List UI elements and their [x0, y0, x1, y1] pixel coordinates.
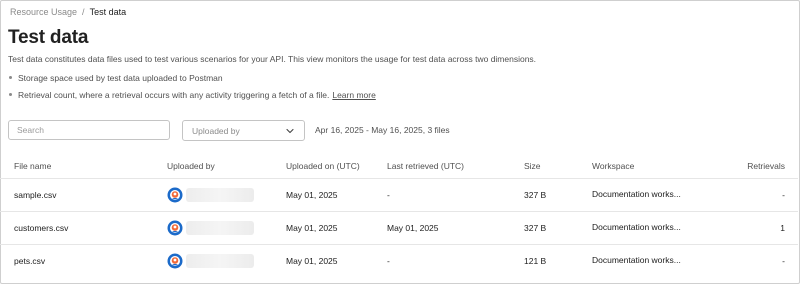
uploader [167, 187, 254, 203]
workspace-link[interactable]: Documentation works... [592, 255, 681, 265]
retrievals-count: 1 [780, 223, 785, 233]
bullet-retrieval: Retrieval count, where a retrieval occur… [8, 86, 376, 103]
user-avatar-icon [167, 220, 183, 236]
uploaded-on: May 01, 2025 [286, 223, 338, 233]
breadcrumb-resource-usage-link[interactable]: Resource Usage [10, 7, 77, 17]
table-row[interactable]: pets.csv May 01, 2025 - 121 B Documentat… [0, 245, 798, 277]
file-size: 121 B [524, 256, 547, 266]
breadcrumb: Resource Usage / Test data [10, 7, 126, 17]
description-bullets: Storage space used by test data uploaded… [8, 69, 376, 103]
column-header-file-name: File name [14, 160, 52, 171]
user-avatar-icon [167, 187, 183, 203]
workspace-link[interactable]: Documentation works... [592, 189, 681, 199]
search-input[interactable] [8, 120, 170, 140]
bullet-dot [9, 93, 12, 96]
retrievals-count: - [782, 190, 785, 200]
file-name: pets.csv [14, 256, 46, 266]
breadcrumb-separator: / [82, 7, 85, 17]
uploaded-by-dropdown[interactable]: Uploaded by [182, 120, 305, 141]
uploaded-on: May 01, 2025 [286, 256, 338, 266]
last-retrieved: - [387, 256, 390, 266]
bullet-dot [9, 76, 12, 79]
table-row[interactable]: customers.csv May 01, 2025 May 01, 2025 … [0, 212, 798, 245]
retrievals-count: - [782, 256, 785, 266]
user-avatar-icon [167, 253, 183, 269]
test-data-table: File name Uploaded by Uploaded on (UTC) … [0, 153, 798, 277]
file-name: sample.csv [14, 190, 57, 200]
table-row[interactable]: sample.csv May 01, 2025 - 327 B Document… [0, 179, 798, 212]
table-header: File name Uploaded by Uploaded on (UTC) … [0, 153, 798, 179]
uploaded-on: May 01, 2025 [286, 190, 338, 200]
bullet-storage-text: Storage space used by test data uploaded… [18, 72, 223, 83]
last-retrieved: - [387, 190, 390, 200]
chevron-down-icon [286, 128, 294, 133]
uploader-name-redacted [186, 188, 254, 202]
file-name: customers.csv [14, 223, 69, 233]
bullet-retrieval-text: Retrieval count, where a retrieval occur… [18, 89, 330, 100]
learn-more-link[interactable]: Learn more [332, 90, 375, 100]
breadcrumb-current: Test data [89, 7, 127, 17]
page-description: Test data constitutes data files used to… [8, 54, 537, 64]
column-header-retrievals: Retrievals [747, 160, 785, 171]
uploaded-by-placeholder: Uploaded by [192, 125, 240, 136]
column-header-uploaded-on: Uploaded on (UTC) [286, 160, 360, 171]
column-header-last-retrieved: Last retrieved (UTC) [387, 160, 464, 171]
uploader-name-redacted [186, 254, 254, 268]
uploader [167, 253, 254, 269]
column-header-size: Size [524, 160, 541, 171]
column-header-uploaded-by: Uploaded by [167, 160, 215, 171]
file-size: 327 B [524, 190, 547, 200]
column-header-workspace: Workspace [592, 160, 635, 171]
page-title: Test data [8, 27, 89, 48]
uploader [167, 220, 254, 236]
uploader-name-redacted [186, 221, 254, 235]
workspace-link[interactable]: Documentation works... [592, 222, 681, 232]
bullet-storage: Storage space used by test data uploaded… [8, 69, 376, 86]
date-range-summary: Apr 16, 2025 - May 16, 2025, 3 files [315, 125, 450, 135]
last-retrieved: May 01, 2025 [387, 223, 439, 233]
file-size: 327 B [524, 223, 547, 233]
